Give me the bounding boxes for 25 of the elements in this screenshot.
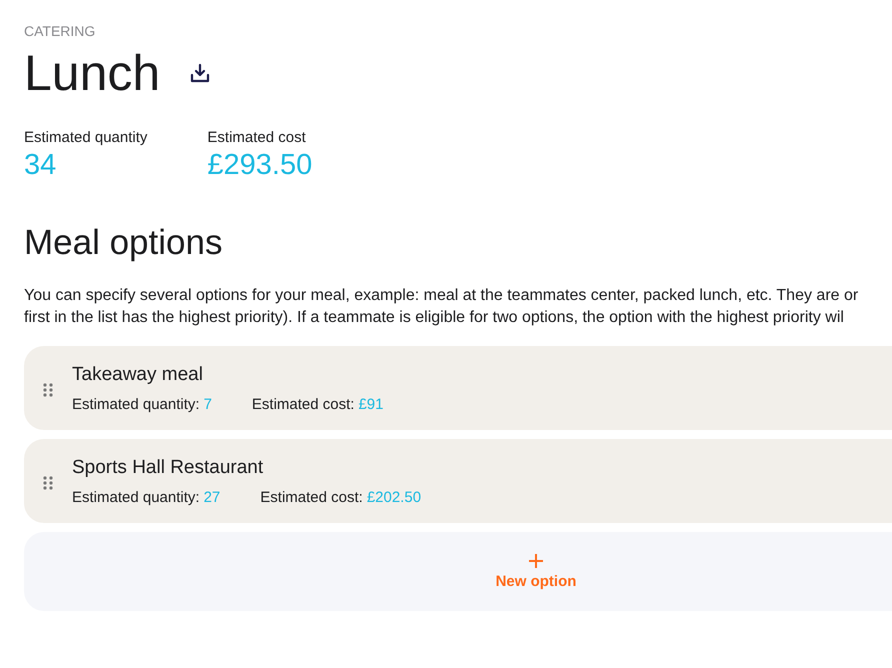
option-name: Sports Hall Restaurant [72,456,264,480]
drag-handle-icon[interactable] [43,382,53,396]
stat-value: £293.50 [207,148,312,182]
quantity-label: Estimated quantity: [72,488,200,506]
stat-label: Estimated quantity [24,128,148,148]
download-icon [190,63,210,83]
download-button[interactable] [190,63,210,83]
section-title: Meal options [24,222,224,264]
section-label: CATERING [24,22,96,40]
cost-value: £202.50 [366,488,422,506]
quantity-label: Estimated quantity: [72,396,200,414]
meal-option-card[interactable]: Takeaway meal Estimated quantity: 7 Estimated cost: £91 [24,346,892,430]
meal-option-card[interactable]: Sports Hall Restaurant Estimated quantity: 27 Estimated cost: £202.50 [24,439,892,523]
page-title: Lunch [24,44,160,102]
quantity-value: 7 [204,396,212,414]
option-name: Takeaway meal [72,362,204,386]
stat-label: Estimated cost [207,128,307,148]
description-text: You can specify several options for your meal, example: meal at the teammates center, packed lunch, etc. They are or first in the list has the highest priority). If a teammate is eligible for two options, the option with the highest priority wil [24,286,858,328]
quantity-value: 27 [204,488,220,506]
cost-value: £91 [358,396,384,414]
cost-label: Estimated cost: [252,396,354,414]
drag-handle-icon[interactable] [43,476,53,490]
stat-value: 34 [24,148,58,182]
cost-label: Estimated cost: [260,488,363,506]
plus-icon [528,553,544,569]
